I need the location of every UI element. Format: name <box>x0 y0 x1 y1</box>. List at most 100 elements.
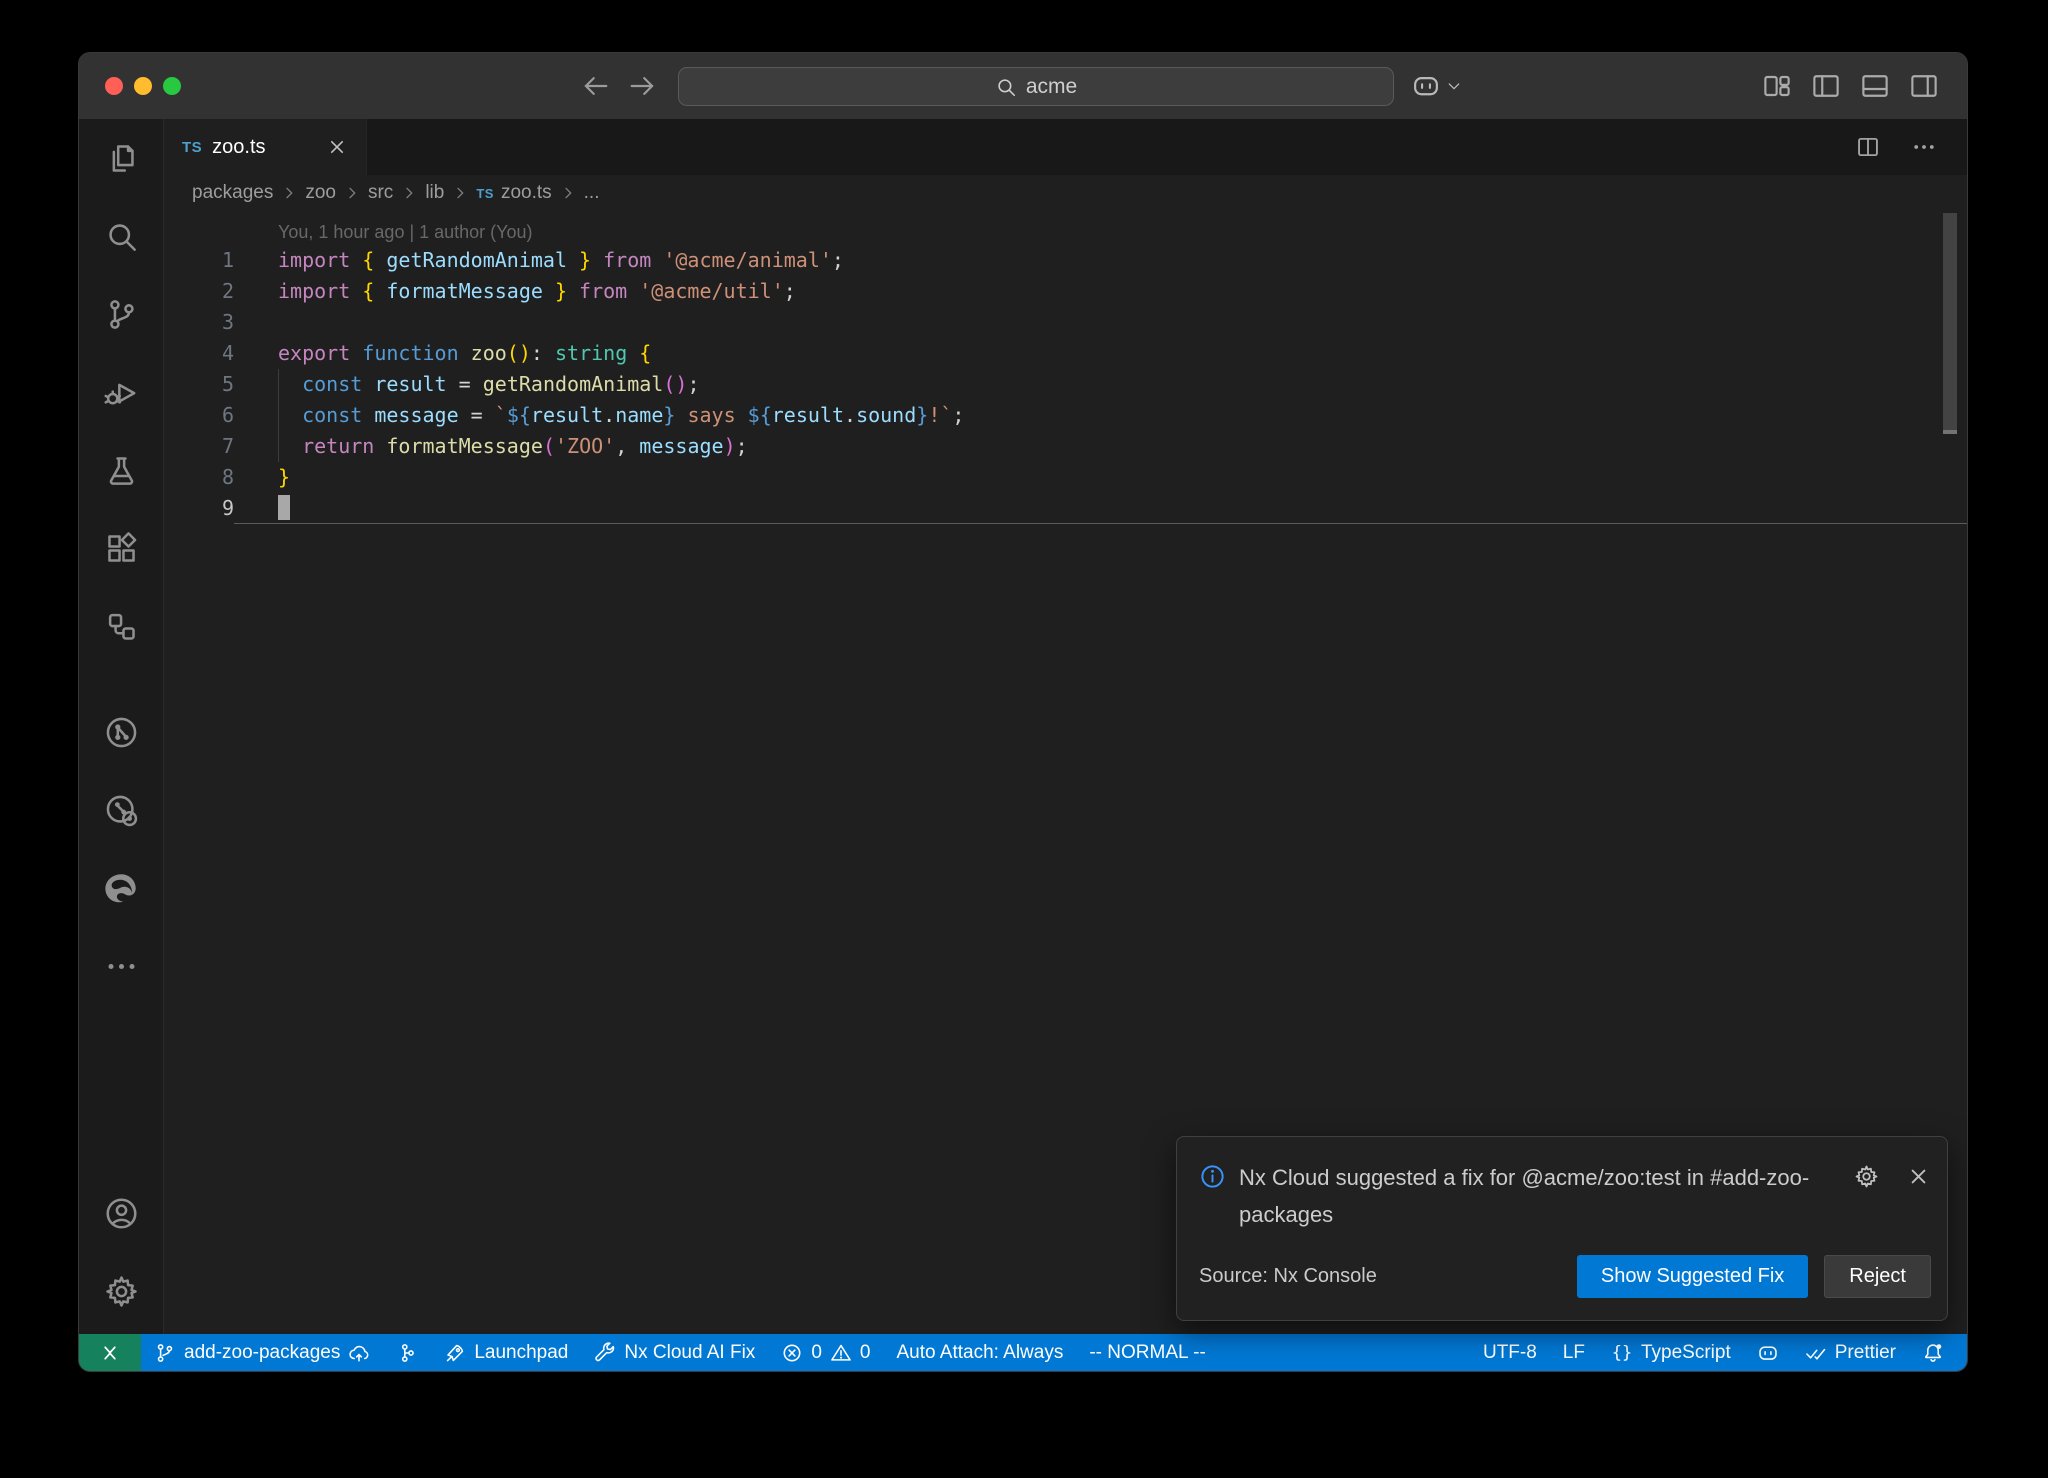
code-token: ) <box>724 434 736 458</box>
line-number: 1 <box>164 245 234 276</box>
code-token: , <box>615 434 639 458</box>
editor-scrollbar[interactable] <box>1943 213 1957 431</box>
copilot-menu-button[interactable] <box>1411 71 1463 101</box>
line-number: 6 <box>164 400 234 431</box>
git-graph-status[interactable] <box>383 1334 431 1371</box>
code-line-9[interactable]: 9 <box>164 493 1967 524</box>
activity-bar-item-run-debug[interactable] <box>79 353 164 431</box>
search-icon <box>995 76 1017 98</box>
activity-bar-item-extensions[interactable] <box>79 509 164 587</box>
notifications-status[interactable] <box>1909 1334 1957 1371</box>
forward-arrow-icon[interactable] <box>627 71 657 101</box>
activity-bar-item-testing[interactable] <box>79 431 164 509</box>
breadcrumb-item[interactable]: lib <box>425 182 444 204</box>
line-content: import { getRandomAnimal } from '@acme/a… <box>234 245 1967 276</box>
code-token: ${ <box>748 403 772 427</box>
auto-attach-status-label: Auto Attach: Always <box>896 1342 1063 1364</box>
breadcrumb-item-file[interactable]: zoo.ts <box>501 182 552 204</box>
code-token: = <box>471 403 495 427</box>
code-token: getRandomAnimal <box>374 248 579 272</box>
code-line-6[interactable]: 6 const message = `${result.name} says $… <box>164 400 1967 431</box>
code-line-7[interactable]: 7 return formatMessage('ZOO', message); <box>164 431 1967 462</box>
show-suggested-fix-button[interactable]: Show Suggested Fix <box>1577 1255 1808 1298</box>
back-arrow-icon[interactable] <box>581 71 611 101</box>
reject-button[interactable]: Reject <box>1824 1255 1931 1298</box>
code-token: } <box>663 403 675 427</box>
code-token: } <box>579 248 591 272</box>
breadcrumb-separator-chevron-icon <box>343 184 361 202</box>
activity-bar-item-graph-details[interactable] <box>79 771 164 849</box>
minimize-window-button[interactable] <box>134 77 152 95</box>
debug-icon <box>104 375 139 410</box>
breadcrumb-item[interactable]: src <box>368 182 393 204</box>
line-number: 7 <box>164 431 234 462</box>
line-number: 5 <box>164 369 234 400</box>
ts-file-icon: TS <box>182 139 202 156</box>
code-line-5[interactable]: 5 const result = getRandomAnimal(); <box>164 369 1967 400</box>
activity-bar-item-additional-views[interactable] <box>79 927 164 1005</box>
encoding-status[interactable]: UTF-8 <box>1470 1334 1550 1371</box>
line-content: const message = `${result.name} says ${r… <box>234 400 1967 431</box>
close-window-button[interactable] <box>105 77 123 95</box>
toggle-panel-icon[interactable] <box>1860 71 1890 101</box>
problems-status[interactable]: 00 <box>768 1334 883 1371</box>
activity-bar-item-account[interactable] <box>79 1174 164 1252</box>
close-tab-icon[interactable] <box>326 136 348 158</box>
breadcrumb-item[interactable]: zoo <box>305 182 336 204</box>
breadcrumb-item[interactable]: packages <box>192 182 273 204</box>
maximize-window-button[interactable] <box>163 77 181 95</box>
code-token <box>627 341 639 365</box>
gear-icon <box>104 1274 139 1309</box>
files-icon <box>104 141 139 176</box>
code-token: formatMessage <box>386 434 543 458</box>
code-line-4[interactable]: 4export function zoo(): string { <box>164 338 1967 369</box>
customize-layout-icon[interactable] <box>1762 71 1792 101</box>
linked-squares-icon <box>104 609 139 644</box>
breadcrumb-overflow[interactable]: ... <box>584 182 600 204</box>
toggle-primary-sidebar-icon[interactable] <box>1811 71 1841 101</box>
code-line-1[interactable]: 1import { getRandomAnimal } from '@acme/… <box>164 245 1967 276</box>
split-editor-icon[interactable] <box>1855 134 1881 160</box>
vim-mode-status[interactable]: -- NORMAL -- <box>1076 1334 1218 1371</box>
nx-cloud-ai-fix-status[interactable]: Nx Cloud AI Fix <box>581 1334 768 1371</box>
code-token: ` <box>495 403 507 427</box>
launchpad-status[interactable]: Launchpad <box>431 1334 581 1371</box>
code-line-3[interactable]: 3 <box>164 307 1967 338</box>
toggle-secondary-sidebar-icon[interactable] <box>1909 71 1939 101</box>
code-line-2[interactable]: 2import { formatMessage } from '@acme/ut… <box>164 276 1967 307</box>
notification-close-icon[interactable] <box>1906 1164 1931 1189</box>
code-token: function <box>362 341 470 365</box>
activity-bar-item-edge-browser[interactable] <box>79 849 164 927</box>
code-token: const <box>302 372 374 396</box>
code-token <box>278 403 302 427</box>
notification-settings-icon[interactable] <box>1854 1164 1879 1189</box>
activity-bar-item-explorer[interactable] <box>79 119 164 197</box>
code-token: result <box>531 403 603 427</box>
more-actions-icon[interactable] <box>1911 134 1937 160</box>
notification-message: Nx Cloud suggested a fix for @acme/zoo:t… <box>1239 1159 1835 1233</box>
code-token: ( <box>543 434 555 458</box>
language-status-label: TypeScript <box>1641 1342 1731 1364</box>
activity-bar-item-settings[interactable] <box>79 1252 164 1330</box>
auto-attach-status[interactable]: Auto Attach: Always <box>883 1334 1076 1371</box>
eol-status[interactable]: LF <box>1550 1334 1598 1371</box>
text-cursor <box>278 495 290 520</box>
activity-bar-item-project-graph[interactable] <box>79 693 164 771</box>
code-token: ; <box>687 372 699 396</box>
copilot-status[interactable] <box>1744 1334 1792 1371</box>
formatter-status[interactable]: Prettier <box>1792 1334 1909 1371</box>
command-center-search[interactable]: acme <box>678 67 1394 106</box>
code-token: !` <box>928 403 952 427</box>
language-status[interactable]: {}TypeScript <box>1598 1334 1744 1371</box>
branch-status[interactable]: add-zoo-packages <box>141 1334 383 1371</box>
vscode-window: acme TS zoo.ts <box>78 52 1968 1372</box>
code-token: name <box>615 403 663 427</box>
remote-indicator[interactable] <box>79 1334 141 1371</box>
activity-bar-item-search[interactable] <box>79 197 164 275</box>
activity-bar-item-source-control[interactable] <box>79 275 164 353</box>
git-blame-annotation: You, 1 hour ago | 1 author (You) <box>278 219 1967 245</box>
activity-bar-item-nx-console[interactable] <box>79 587 164 665</box>
breadcrumb-separator-chevron-icon <box>280 184 298 202</box>
tab-zoo-ts[interactable]: TS zoo.ts <box>164 119 367 175</box>
code-line-8[interactable]: 8} <box>164 462 1967 493</box>
